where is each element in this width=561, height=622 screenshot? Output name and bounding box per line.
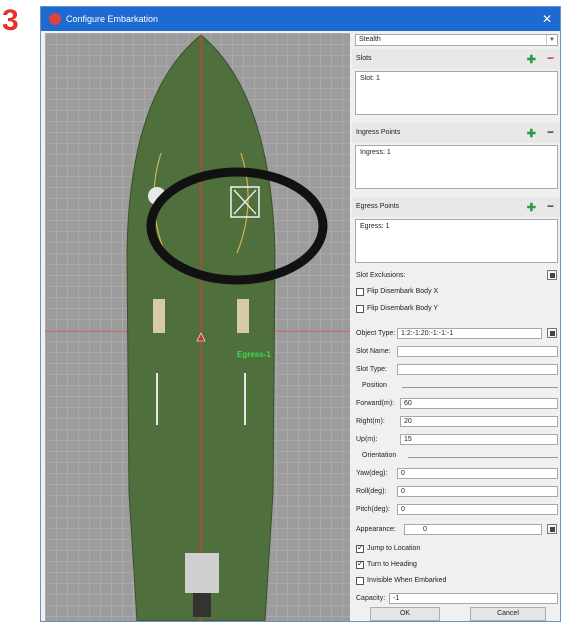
mode-select-value: Stealth bbox=[359, 36, 381, 43]
slots-header: Slots ✚ − bbox=[352, 49, 560, 69]
remove-egress-icon[interactable]: − bbox=[547, 199, 554, 213]
pitch-label: Pitch(deg): bbox=[356, 506, 390, 513]
appearance-value: 0 bbox=[423, 526, 427, 533]
ok-button-label: OK bbox=[399, 610, 411, 617]
egress-header: Egress Points ✚ − bbox=[352, 197, 560, 217]
flip-y-label: Flip Disembark Body Y bbox=[367, 305, 439, 312]
turn-to-heading-checkbox[interactable] bbox=[356, 559, 364, 569]
flip-x-checkbox[interactable] bbox=[356, 288, 364, 296]
up-value: 15 bbox=[404, 436, 412, 443]
capacity-value: -1 bbox=[393, 595, 400, 602]
remove-slot-icon[interactable]: − bbox=[547, 51, 554, 65]
cancel-button[interactable]: Cancel bbox=[470, 607, 546, 621]
close-icon[interactable]: ✕ bbox=[542, 7, 552, 31]
flip-x-label: Flip Disembark Body X bbox=[367, 288, 439, 295]
remove-ingress-icon[interactable]: − bbox=[547, 125, 554, 139]
roll-value: 0 bbox=[401, 488, 405, 495]
egress-item[interactable]: Egress: 1 bbox=[360, 223, 390, 230]
slot-name-field[interactable] bbox=[397, 346, 558, 357]
roll-label: Roll(deg): bbox=[356, 488, 387, 495]
yaw-value: 0 bbox=[401, 470, 405, 477]
capacity-label: Capacity: bbox=[356, 595, 386, 602]
ingress-item[interactable]: Ingress: 1 bbox=[360, 149, 391, 156]
right-value: 20 bbox=[404, 418, 412, 425]
yaw-field[interactable]: 0 bbox=[397, 468, 558, 479]
slots-label: Slots bbox=[356, 55, 372, 62]
add-ingress-icon[interactable]: ✚ bbox=[527, 127, 536, 140]
position-group-label: Position bbox=[362, 382, 387, 389]
object-type-value: 1:2:-1:20:-1:-1:-1 bbox=[401, 330, 454, 337]
slots-list[interactable]: Slot: 1 bbox=[355, 71, 558, 115]
forward-value: 60 bbox=[404, 400, 412, 407]
add-slot-icon[interactable]: ✚ bbox=[527, 53, 536, 66]
invisible-when-embarked-label: Invisible When Embarked bbox=[367, 577, 447, 584]
egress-point-label[interactable]: Egress-1 bbox=[237, 350, 271, 359]
deck-structure-right bbox=[237, 299, 249, 333]
ingress-header: Ingress Points ✚ − bbox=[352, 123, 560, 143]
slot-exclusions-label: Slot Exclusions: bbox=[356, 272, 406, 279]
object-type-label: Object Type: bbox=[356, 330, 396, 337]
yaw-label: Yaw(deg): bbox=[356, 470, 388, 477]
viewport-canvas[interactable]: Egress-1 bbox=[45, 33, 350, 621]
slot-item[interactable]: Slot: 1 bbox=[360, 75, 380, 82]
deck-structure-left bbox=[153, 299, 165, 333]
mode-select[interactable]: Stealth ▼ bbox=[355, 34, 558, 46]
appearance-label: Appearance: bbox=[356, 526, 396, 533]
jump-to-location-checkbox[interactable] bbox=[356, 543, 364, 553]
window-title: Configure Embarkation bbox=[66, 14, 159, 24]
egress-list[interactable]: Egress: 1 bbox=[355, 219, 558, 263]
roll-field[interactable]: 0 bbox=[397, 486, 558, 497]
orientation-group-label: Orientation bbox=[362, 452, 397, 459]
title-bar: Configure Embarkation ✕ bbox=[41, 7, 560, 31]
flip-y-checkbox[interactable] bbox=[356, 305, 364, 313]
add-egress-icon[interactable]: ✚ bbox=[527, 201, 536, 214]
appearance-field[interactable]: 0 bbox=[404, 524, 542, 535]
step-number: 3 bbox=[2, 4, 19, 37]
ok-button[interactable]: OK bbox=[370, 607, 440, 621]
ingress-list[interactable]: Ingress: 1 bbox=[355, 145, 558, 189]
turn-to-heading-label: Turn to Heading bbox=[367, 561, 417, 568]
properties-panel: Stealth ▼ Slots ✚ − Slot: 1 Ingress Poin… bbox=[352, 31, 560, 621]
configure-embarkation-dialog: Configure Embarkation ✕ Egress-1 Stealth… bbox=[40, 6, 561, 622]
jump-to-location-label: Jump to Location bbox=[367, 545, 421, 552]
egress-label: Egress Points bbox=[356, 203, 400, 210]
slot-type-label: Slot Type: bbox=[356, 366, 388, 373]
capacity-field[interactable]: -1 bbox=[389, 593, 558, 604]
up-label: Up(m): bbox=[356, 436, 378, 443]
ingress-label: Ingress Points bbox=[356, 129, 401, 136]
slot-type-field[interactable] bbox=[397, 364, 558, 375]
right-label: Right(m): bbox=[356, 418, 385, 425]
invisible-when-embarked-checkbox[interactable] bbox=[356, 577, 364, 585]
chevron-down-icon: ▼ bbox=[546, 35, 557, 45]
stern-structure bbox=[185, 553, 219, 593]
ship-3d-viewport[interactable]: Egress-1 bbox=[45, 33, 350, 621]
up-field[interactable]: 15 bbox=[400, 434, 558, 445]
pitch-value: 0 bbox=[401, 506, 405, 513]
slot-name-label: Slot Name: bbox=[356, 348, 391, 355]
stern-block bbox=[193, 593, 211, 617]
slot-exclusions-edit-button[interactable] bbox=[547, 270, 557, 280]
position-divider bbox=[402, 387, 558, 388]
orientation-divider bbox=[408, 457, 558, 458]
appearance-edit-button[interactable] bbox=[547, 524, 557, 534]
object-type-edit-button[interactable] bbox=[547, 328, 557, 338]
object-type-field[interactable]: 1:2:-1:20:-1:-1:-1 bbox=[397, 328, 542, 339]
cancel-button-label: Cancel bbox=[497, 610, 519, 617]
pitch-field[interactable]: 0 bbox=[397, 504, 558, 515]
right-field[interactable]: 20 bbox=[400, 416, 558, 427]
app-logo-icon bbox=[49, 13, 61, 25]
forward-field[interactable]: 60 bbox=[400, 398, 558, 409]
forward-label: Forward(m): bbox=[356, 400, 395, 407]
